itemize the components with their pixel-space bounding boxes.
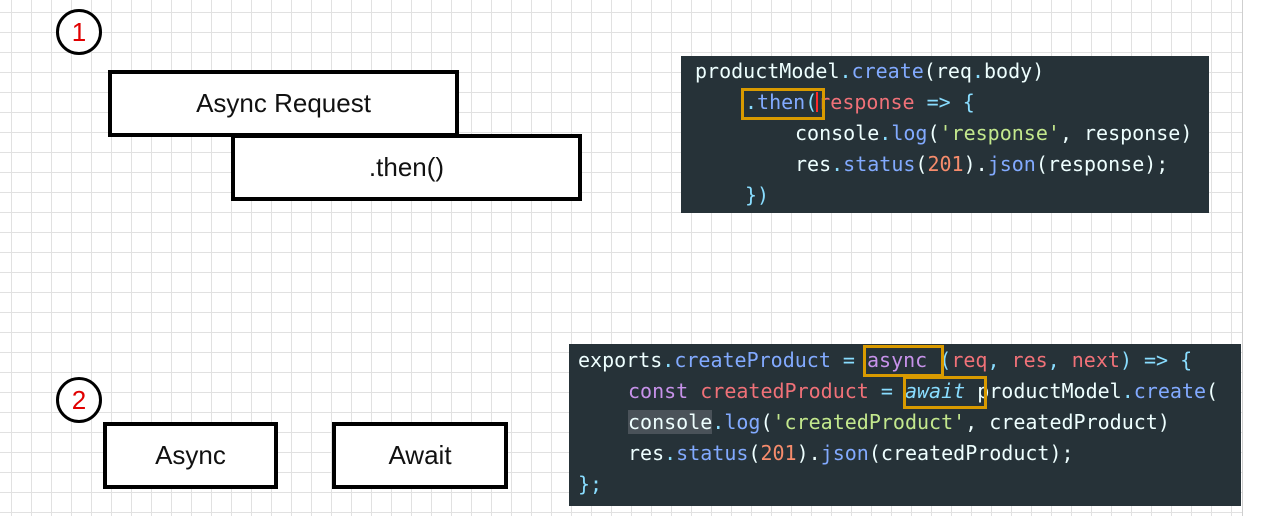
code-line: res.status(201).json(response); (795, 152, 1169, 176)
async-await-code-snippet: exports.createProduct = async (req, res,… (569, 344, 1241, 506)
then-box[interactable]: .then() (231, 134, 582, 201)
async-box[interactable]: Async (103, 422, 278, 489)
async-request-box[interactable]: Async Request (108, 70, 459, 137)
step-marker-1: 1 (56, 9, 102, 55)
await-label: Await (388, 440, 452, 470)
await-highlight (903, 376, 987, 409)
async-label: Async (155, 440, 226, 470)
code-line: console.log('createdProduct', createdPro… (628, 410, 1170, 434)
step-number: 1 (71, 16, 87, 47)
step-number: 2 (71, 384, 87, 415)
canvas-edge-line (1242, 0, 1243, 516)
canvas-margin (1242, 0, 1276, 516)
code-line: res.status(201).json(createdProduct); (628, 441, 1074, 465)
async-request-label: Async Request (196, 88, 371, 118)
await-box[interactable]: Await (332, 422, 508, 489)
code-line: productModel.create(req.body) (695, 59, 1045, 83)
code-line: }; (578, 472, 603, 496)
step-marker-2: 2 (56, 377, 102, 423)
then-code-snippet: productModel.create(req.body) .then(resp… (681, 56, 1209, 213)
async-highlight (863, 345, 944, 377)
then-highlight (741, 88, 825, 120)
then-label: .then() (368, 152, 445, 182)
code-line: console.log('response', response) (795, 121, 1193, 145)
code-line: }) (745, 183, 770, 207)
